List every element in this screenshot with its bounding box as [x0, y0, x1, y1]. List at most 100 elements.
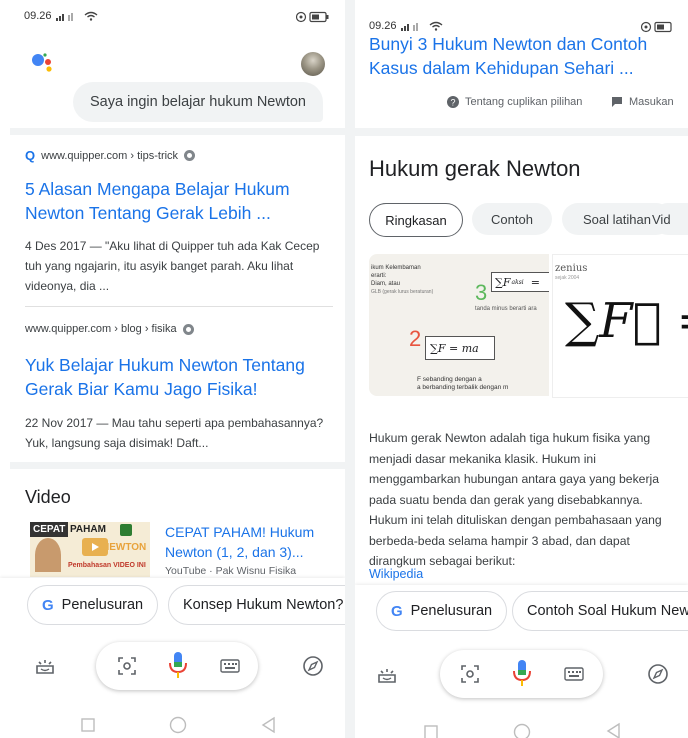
- chip-search-label: Penelusuran: [410, 603, 493, 619]
- img1-line2: erarti:: [371, 273, 387, 279]
- zenius-sub: sejak 2004: [555, 275, 580, 281]
- assistant-logo-icon: [32, 53, 52, 72]
- result2-snippet: 22 Nov 2017 — Mau tahu seperti apa pemba…: [25, 416, 324, 450]
- recents-nav-icon[interactable]: [80, 717, 96, 733]
- wifi-icon: [84, 11, 97, 21]
- thumb-badge-icon: [120, 524, 132, 536]
- chip-suggestion[interactable]: Konsep Hukum Newton?: [168, 585, 345, 625]
- right-screen: 09.26 Bunyi 3 Hukum Newton dan Contoh Ka…: [355, 0, 688, 738]
- chip-search[interactable]: G Penelusuran: [27, 585, 159, 625]
- battery-icon: [296, 11, 329, 23]
- status-bar: 09.26: [24, 10, 98, 22]
- home-nav-icon[interactable]: [169, 716, 187, 734]
- video-heading: Video: [25, 487, 71, 507]
- wikipedia-link[interactable]: Wikipedia: [369, 567, 423, 581]
- signal-icon: [55, 13, 73, 21]
- tab-video-label: Vid: [652, 211, 671, 227]
- lens-icon[interactable]: [117, 656, 137, 676]
- result-divider: [25, 306, 333, 307]
- google-g-icon: G: [42, 596, 54, 614]
- updates-icon[interactable]: [34, 654, 56, 676]
- video-source: YouTube · Pak Wisnu Fisika: [165, 565, 297, 577]
- feedback-icon: [612, 97, 622, 107]
- thumb-label-cepat: CEPAT: [30, 522, 69, 537]
- quipper-logo-icon: Q: [25, 148, 36, 163]
- tab-video[interactable]: Vid: [652, 203, 688, 235]
- back-nav-icon[interactable]: [605, 722, 621, 738]
- zenius-logo: zenius: [555, 263, 588, 274]
- result1-url: www.quipper.com › tips-trick: [41, 149, 179, 162]
- section-divider: [10, 462, 345, 469]
- img1-formula2: ∑F = ma: [425, 336, 495, 360]
- img1-num2: 2: [409, 326, 422, 351]
- chip-search-label: Penelusuran: [61, 597, 144, 613]
- description-text: Hukum gerak Newton adalah tiga hukum fis…: [369, 431, 662, 568]
- img1-line4: GLB (gerak lurus beraturan): [371, 289, 434, 295]
- status-time: 09.26: [24, 10, 52, 22]
- help-icon: ?: [447, 96, 459, 108]
- img2-formula: ∑F⃗ = r: [565, 293, 688, 349]
- user-query-bubble: Saya ingin belajar hukum Newton: [73, 82, 323, 122]
- screen-gap: [345, 0, 355, 738]
- img1-line1: ikum Kelembaman: [371, 265, 421, 271]
- signal-icon: [400, 23, 418, 31]
- tab-ringkasan[interactable]: Ringkasan: [369, 203, 463, 237]
- more-info-icon[interactable]: [184, 150, 196, 161]
- more-info-icon[interactable]: [182, 323, 194, 335]
- feedback-label: Masukan: [629, 96, 674, 108]
- img1-minus-note: tanda minus berarti ara: [475, 306, 537, 312]
- physics-image-2[interactable]: zenius sejak 2004 ∑F⃗ = r: [552, 254, 688, 398]
- about-snippet-button[interactable]: ? Tentang cuplikan pilihan: [447, 96, 582, 108]
- status-bar: 09.26: [369, 20, 443, 32]
- section-divider: [355, 128, 688, 136]
- compass-icon[interactable]: [302, 655, 324, 677]
- result1-title-link[interactable]: 5 Alasan Mengapa Belajar Hukum Newton Te…: [25, 177, 325, 225]
- compass-icon[interactable]: [647, 663, 669, 685]
- keyboard-icon[interactable]: [564, 667, 584, 681]
- section-divider: [10, 128, 345, 135]
- lens-icon[interactable]: [460, 664, 480, 684]
- physics-image-1[interactable]: ikum Kelembaman erarti: Diam, atau GLB (…: [369, 254, 549, 396]
- google-g-icon: G: [391, 602, 403, 620]
- chip-search[interactable]: G Penelusuran: [376, 591, 508, 631]
- microphone-icon[interactable]: [511, 659, 533, 689]
- avatar[interactable]: [301, 52, 325, 76]
- status-time: 09.26: [369, 20, 397, 32]
- img1-eq3: =: [530, 275, 540, 289]
- recents-nav-icon[interactable]: [423, 724, 439, 738]
- img1-note-a: F sebanding dengan a: [417, 376, 482, 383]
- thumb-label-newton: NEWTON: [102, 542, 147, 553]
- microphone-icon[interactable]: [167, 651, 189, 681]
- video-title-link[interactable]: CEPAT PAHAM! Hukum Newton (1, 2, dan 3).…: [165, 522, 335, 562]
- chip-suggestion-label: Contoh Soal Hukum New: [527, 603, 688, 619]
- result2-url: www.quipper.com › blog › fisika: [25, 323, 177, 335]
- thumb-label-paham: PAHAM: [70, 524, 106, 535]
- featured-source-link[interactable]: Bunyi 3 Hukum Newton dan Contoh Kasus da…: [369, 32, 684, 80]
- thumb-label-sub: Pembahasan VIDEO INI: [68, 562, 146, 569]
- img1-sum3: ∑F: [495, 275, 511, 289]
- result1-snippet: 4 Des 2017 — "Aku lihat di Quipper tuh a…: [25, 239, 320, 293]
- about-snippet-label: Tentang cuplikan pilihan: [465, 96, 583, 108]
- result2-title-link[interactable]: Yuk Belajar Hukum Newton Tentang Gerak B…: [25, 353, 330, 401]
- back-nav-icon[interactable]: [260, 716, 276, 734]
- feedback-button[interactable]: Masukan: [611, 96, 674, 108]
- chip-suggestion-label: Konsep Hukum Newton?: [183, 597, 344, 613]
- updates-icon[interactable]: [376, 663, 398, 685]
- tab-contoh[interactable]: Contoh: [472, 203, 552, 235]
- img1-line3: Diam, atau: [371, 281, 401, 287]
- knowledge-panel-title: Hukum gerak Newton: [369, 156, 581, 181]
- play-icon[interactable]: [82, 538, 108, 556]
- keyboard-icon[interactable]: [220, 659, 240, 673]
- img1-note-b: a berbanding terbalik dengan m: [417, 384, 509, 391]
- chip-suggestion[interactable]: Contoh Soal Hukum New: [512, 591, 688, 631]
- presenter-figure-icon: [35, 538, 61, 572]
- wifi-icon: [429, 21, 442, 31]
- home-nav-icon[interactable]: [513, 722, 531, 738]
- result1-url-row[interactable]: Q www.quipper.com › tips-trick: [25, 148, 196, 163]
- left-screen: 09.26 Saya ingin belajar hukum Newton Q …: [0, 0, 345, 738]
- img1-formula3: ∑F aksi =: [491, 272, 549, 292]
- img1-num3: 3: [475, 280, 488, 305]
- result2-url-row[interactable]: www.quipper.com › blog › fisika: [25, 323, 194, 335]
- img1-sub3: aksi: [511, 278, 524, 286]
- video-thumbnail[interactable]: CEPAT PAHAM NEWTON Pembahasan VIDEO INI: [30, 522, 150, 577]
